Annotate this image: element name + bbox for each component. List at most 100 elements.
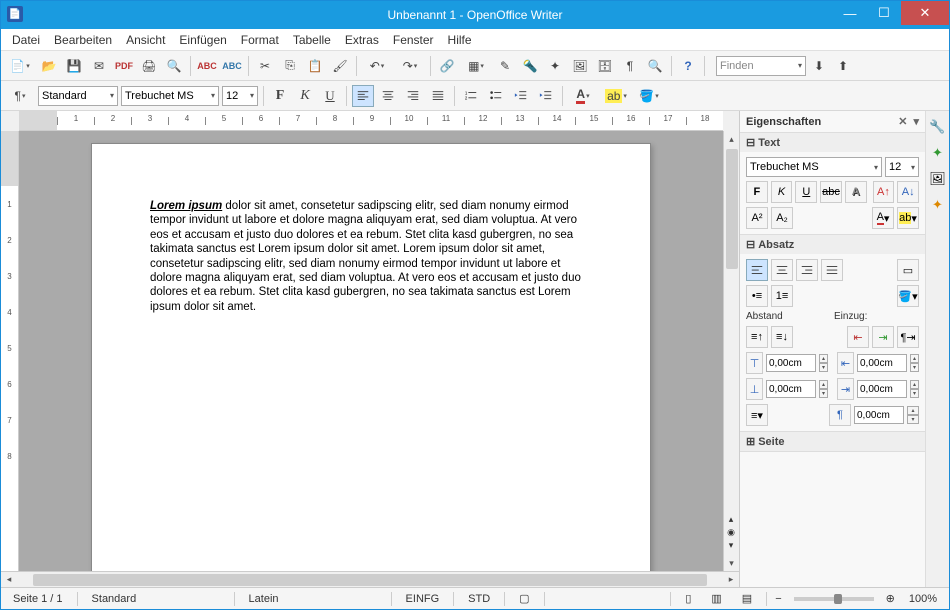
page[interactable]: Lorem ipsum dolor sit amet, consetetur s… xyxy=(91,143,651,571)
hyperlink-button[interactable]: 🔗 xyxy=(436,55,458,77)
redo-button[interactable]: ↷ xyxy=(395,55,425,77)
sb-para-bg[interactable]: ▭ xyxy=(897,259,919,281)
sb-strike-button[interactable]: abc xyxy=(820,181,842,203)
pdf-button[interactable]: PDF xyxy=(113,55,135,77)
sb-fontcolor-button[interactable]: A▾ xyxy=(872,207,894,229)
sb-linespacing[interactable]: ≡▾ xyxy=(746,404,768,426)
status-insert[interactable]: EINFG xyxy=(400,593,446,605)
status-page[interactable]: Seite 1 / 1 xyxy=(7,593,69,605)
open-button[interactable]: 📂 xyxy=(38,55,60,77)
menu-table[interactable]: Tabelle xyxy=(286,31,338,49)
draw-button[interactable]: ✎ xyxy=(494,55,516,77)
sb-sub-button[interactable]: A₂ xyxy=(771,207,793,229)
sb-ind-first[interactable]: ¶⇥ xyxy=(897,326,919,348)
bullet-list-button[interactable] xyxy=(485,85,507,107)
find-combo[interactable]: Finden▾ xyxy=(716,56,806,76)
sb-italic-button[interactable]: K xyxy=(771,181,793,203)
sb-font-combo[interactable]: Trebuchet MS▾ xyxy=(746,157,882,177)
undo-button[interactable]: ↶ xyxy=(362,55,392,77)
spellcheck-button[interactable]: ABC xyxy=(196,55,218,77)
horizontal-ruler[interactable]: 123456789101112131415161718 xyxy=(19,111,723,131)
bold-button[interactable]: F xyxy=(269,85,291,107)
sidebar-menu-icon[interactable]: ▾ xyxy=(913,115,919,128)
sb-ind-right-input[interactable] xyxy=(857,380,907,398)
sb-align-center[interactable] xyxy=(771,259,793,281)
maximize-button[interactable]: ☐ xyxy=(867,1,901,25)
table-button[interactable]: ▦ xyxy=(461,55,491,77)
sb-shrink-button[interactable]: A↓ xyxy=(897,181,919,203)
nav-next-icon[interactable]: ▾ xyxy=(729,540,734,551)
tab-styles-icon[interactable]: ✦ xyxy=(928,143,948,163)
autospell-button[interactable]: ABC xyxy=(221,55,243,77)
section-text-head[interactable]: ⊟ Text xyxy=(740,133,925,152)
gallery-button[interactable]: 🖼 xyxy=(569,55,591,77)
paste-button[interactable]: 📋 xyxy=(304,55,326,77)
sb-ind-dec[interactable]: ⇤ xyxy=(847,326,869,348)
sb-number-list[interactable]: 1≡ xyxy=(771,285,793,307)
menu-insert[interactable]: Einfügen xyxy=(172,31,233,49)
format-paint-button[interactable]: 🖌 xyxy=(329,55,351,77)
sb-align-left[interactable] xyxy=(746,259,768,281)
status-selection[interactable]: STD xyxy=(462,593,496,605)
align-right-button[interactable] xyxy=(402,85,424,107)
nonprint-button[interactable]: ¶ xyxy=(619,55,641,77)
new-button[interactable]: 📄 xyxy=(5,55,35,77)
save-button[interactable]: 💾 xyxy=(63,55,85,77)
sb-grow-button[interactable]: A↑ xyxy=(873,181,895,203)
align-center-button[interactable] xyxy=(377,85,399,107)
font-color-button[interactable]: A xyxy=(568,85,598,107)
italic-button[interactable]: K xyxy=(294,85,316,107)
find-prev-icon[interactable]: ⬆ xyxy=(832,55,854,77)
navigator-button[interactable]: ✦ xyxy=(544,55,566,77)
tab-gallery-icon[interactable]: 🖼 xyxy=(928,169,948,189)
menu-view[interactable]: Ansicht xyxy=(119,31,172,49)
menu-help[interactable]: Hilfe xyxy=(441,31,479,49)
sb-sp-dec[interactable]: ≡↓ xyxy=(771,326,793,348)
sb-sp-bottom-input[interactable] xyxy=(766,380,816,398)
zoom-value[interactable]: 100% xyxy=(903,593,943,605)
section-page-head[interactable]: ⊞ Seite xyxy=(740,432,925,451)
help-button[interactable]: ? xyxy=(677,55,699,77)
tab-navigator-icon[interactable]: ✦ xyxy=(928,195,948,215)
sb-underline-button[interactable]: U xyxy=(795,181,817,203)
find-next-icon[interactable]: ⬇ xyxy=(808,55,830,77)
indent-button[interactable] xyxy=(535,85,557,107)
close-button[interactable]: ✕ xyxy=(901,1,949,25)
find-button[interactable]: 🔦 xyxy=(519,55,541,77)
align-justify-button[interactable] xyxy=(427,85,449,107)
view-book-icon[interactable]: ▤ xyxy=(736,592,758,605)
sb-ind-first-input[interactable] xyxy=(854,406,904,424)
minimize-button[interactable]: — xyxy=(833,1,867,25)
sb-ind-inc[interactable]: ⇥ xyxy=(872,326,894,348)
menu-tools[interactable]: Extras xyxy=(338,31,386,49)
email-button[interactable]: ✉ xyxy=(88,55,110,77)
section-para-head[interactable]: ⊟ Absatz xyxy=(740,235,925,254)
zoom-out-icon[interactable]: − xyxy=(775,593,781,605)
copy-button[interactable]: ⎘ xyxy=(279,55,301,77)
numbered-list-button[interactable]: 12 xyxy=(460,85,482,107)
sb-super-button[interactable]: A² xyxy=(746,207,768,229)
sb-ind-left-input[interactable] xyxy=(857,354,907,372)
align-left-button[interactable] xyxy=(352,85,374,107)
cut-button[interactable]: ✂ xyxy=(254,55,276,77)
bg-color-button[interactable]: 🪣 xyxy=(634,85,664,107)
tab-properties-icon[interactable]: 🔧 xyxy=(928,117,948,137)
menu-file[interactable]: Datei xyxy=(5,31,47,49)
nav-prev-icon[interactable]: ▴ xyxy=(729,514,734,525)
view-single-icon[interactable]: ▯ xyxy=(679,592,697,605)
document-canvas[interactable]: Lorem ipsum dolor sit amet, consetetur s… xyxy=(19,131,723,571)
sb-highlight-button[interactable]: ab▾ xyxy=(897,207,919,229)
underline-button[interactable]: U xyxy=(319,85,341,107)
highlight-button[interactable]: ab xyxy=(601,85,631,107)
sb-sp-top-input[interactable] xyxy=(766,354,816,372)
styles-button[interactable]: ¶ xyxy=(5,85,35,107)
sb-align-justify[interactable] xyxy=(821,259,843,281)
sb-sp-inc[interactable]: ≡↑ xyxy=(746,326,768,348)
preview-button[interactable]: 🔍 xyxy=(163,55,185,77)
sb-shadow-button[interactable]: A xyxy=(845,181,867,203)
outdent-button[interactable] xyxy=(510,85,532,107)
menu-edit[interactable]: Bearbeiten xyxy=(47,31,119,49)
zoom-button[interactable]: 🔍 xyxy=(644,55,666,77)
status-style[interactable]: Standard xyxy=(86,593,226,605)
sb-size-combo[interactable]: 12▾ xyxy=(885,157,919,177)
